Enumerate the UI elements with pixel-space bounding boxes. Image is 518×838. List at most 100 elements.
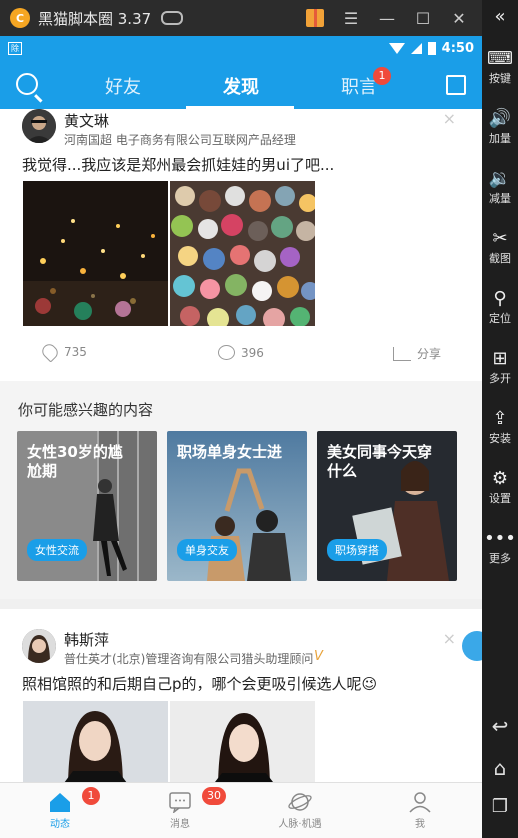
wifi-icon — [388, 43, 405, 54]
like-button[interactable]: 735 — [39, 341, 87, 363]
sidebar-item-multi-open[interactable]: ⊞ 多开 — [482, 348, 518, 386]
home-icon — [50, 793, 70, 812]
sidebar-item-location[interactable]: ⚲ 定位 — [482, 288, 518, 326]
sidebar-item-more[interactable]: ••• 更多 — [482, 528, 518, 566]
sidebar-label: 按键 — [489, 72, 511, 85]
author-title: 普仕英才(北京)管理咨询有限公司猎头助理顾问 — [64, 652, 314, 666]
interest-card-tag[interactable]: 女性交流 — [27, 539, 87, 561]
interest-card[interactable]: 职场单身女士进 单身交友 — [167, 431, 307, 581]
sidebar-item-volume-down[interactable]: 🔉 减量 — [482, 168, 518, 206]
sidebar-item-screenshot[interactable]: ✂ 截图 — [482, 228, 518, 266]
share-icon — [393, 346, 411, 361]
compose-icon[interactable] — [446, 75, 466, 95]
apk-install-icon: ⇪ — [492, 408, 508, 429]
tab-discover[interactable]: 发现 — [201, 73, 281, 99]
emulator-sidebar: « ⌨ 按键 🔊 加量 🔉 减量 ✂ 截图 ⚲ 定位 ⊞ 多开 ⇪ 安装 ⚙ 设置 ••• 更多 … — [482, 0, 518, 838]
multi-open-icon: ⊞ — [492, 348, 508, 369]
sidebar-item-settings[interactable]: ⚙ 设置 — [482, 468, 518, 506]
menu-icon[interactable]: ☰ — [342, 9, 360, 28]
sidebar-item-install[interactable]: ⇪ 安装 — [482, 408, 518, 446]
share-label: 分享 — [417, 347, 442, 361]
clock: 4:50 — [441, 41, 474, 56]
gamepad-icon[interactable] — [161, 11, 184, 25]
dismiss-post-icon[interactable]: × — [443, 629, 456, 648]
person-icon — [409, 792, 431, 813]
tab-messages[interactable]: 消息 30 — [120, 783, 240, 838]
top-nav: 好友 发现 职言 1 — [0, 61, 482, 109]
share-button[interactable]: 分享 — [393, 345, 441, 362]
zhiyan-badge: 1 — [373, 67, 391, 85]
interest-card-title: 女性30岁的尴尬期 — [27, 443, 123, 480]
post-image[interactable] — [170, 701, 315, 782]
sidebar-label: 多开 — [489, 372, 511, 385]
author-name[interactable]: 韩斯萍 — [64, 629, 109, 650]
avatar[interactable] — [22, 629, 56, 663]
search-icon[interactable] — [16, 73, 38, 95]
divider — [0, 599, 482, 609]
message-icon — [169, 792, 191, 813]
tab-label: 动态 — [50, 819, 70, 830]
recents-key-icon[interactable]: ❐ — [482, 796, 518, 817]
floating-mascot-icon[interactable] — [462, 631, 482, 661]
sidebar-label: 设置 — [489, 492, 511, 505]
author-title: 河南国超 电子商务有限公司互联网产品经理 — [64, 133, 296, 147]
post-image[interactable] — [170, 181, 315, 326]
comment-icon — [218, 345, 235, 360]
post-actions: 735 396 分享 — [0, 335, 482, 375]
interest-card[interactable]: 美女同事今天穿什么 职场穿搭 — [317, 431, 457, 581]
home-key-icon[interactable]: ⌂ — [482, 756, 518, 780]
bottom-tab-bar: 动态 1 消息 30 人脉·机遇 我 — [0, 782, 482, 838]
verified-badge: V — [314, 649, 323, 664]
minimize-button[interactable]: — — [378, 9, 396, 28]
tab-badge: 30 — [202, 787, 226, 805]
tab-label: 消息 — [170, 819, 190, 830]
comment-button[interactable]: 396 — [218, 345, 264, 360]
tab-me[interactable]: 我 — [360, 783, 480, 838]
planet-icon — [288, 793, 312, 811]
sidebar-label: 减量 — [489, 192, 511, 205]
battery-icon — [427, 42, 436, 55]
sidebar-label: 安装 — [489, 432, 511, 445]
post-image[interactable] — [23, 701, 168, 782]
sidebar-item-volume-up[interactable]: 🔊 加量 — [482, 108, 518, 146]
gift-icon[interactable] — [306, 9, 324, 27]
post-card[interactable]: 黄文琳 河南国超 电子商务有限公司互联网产品经理 × 我觉得...我应该是郑州最… — [0, 109, 482, 381]
interest-section: 你可能感兴趣的内容 女性30岁的尴尬期 女性交流 职场单身女士进 单身交友 美女… — [0, 381, 482, 599]
sidebar-item-keyboard[interactable]: ⌨ 按键 — [482, 48, 518, 86]
comment-count: 396 — [241, 345, 264, 360]
sidebar-label: 更多 — [489, 552, 511, 565]
tab-network[interactable]: 人脉·机遇 — [240, 783, 360, 838]
keyboard-icon: ⌨ — [487, 48, 513, 69]
emulator-title: 黑猫脚本圈 3.37 — [38, 9, 152, 28]
avatar[interactable] — [22, 109, 56, 143]
post-text: 照相馆照的和后期自己p的，哪个会更吸引候选人呢😉 — [22, 675, 378, 693]
volume-down-icon: 🔉 — [488, 168, 512, 189]
emulator-title-bar: C 黑猫脚本圈 3.37 ☰ — ☐ ✕ — [0, 0, 482, 36]
maximize-button[interactable]: ☐ — [414, 9, 432, 28]
location-pin-icon: ⚲ — [493, 288, 507, 309]
interest-card[interactable]: 女性30岁的尴尬期 女性交流 — [17, 431, 157, 581]
interest-card-tag[interactable]: 职场穿搭 — [327, 539, 387, 561]
post-image[interactable] — [23, 181, 168, 326]
sidebar-label: 加量 — [489, 132, 511, 145]
gear-icon: ⚙ — [491, 468, 509, 489]
phone-screen: 除 4:50 好友 发现 职言 1 黄文琳 河南国超 电子商务有限公司互联网产品… — [0, 36, 482, 838]
sidebar-label: 截图 — [489, 252, 511, 265]
tab-label: 人脉·机遇 — [278, 819, 322, 830]
collapse-sidebar-icon[interactable]: « — [482, 6, 518, 28]
sidebar-label: 定位 — [489, 312, 511, 325]
dismiss-post-icon[interactable]: × — [443, 109, 456, 128]
interest-card-tag[interactable]: 单身交友 — [177, 539, 237, 561]
tab-feed[interactable]: 动态 1 — [0, 783, 120, 838]
volume-up-icon: 🔊 — [488, 108, 512, 129]
feed[interactable]: 黄文琳 河南国超 电子商务有限公司互联网产品经理 × 我觉得...我应该是郑州最… — [0, 109, 482, 782]
close-window-button[interactable]: ✕ — [450, 9, 468, 28]
interest-card-title: 职场单身女士进 — [177, 443, 283, 461]
interest-card-title: 美女同事今天穿什么 — [327, 443, 433, 480]
author-name[interactable]: 黄文琳 — [64, 110, 109, 131]
post-card[interactable]: 韩斯萍 普仕英才(北京)管理咨询有限公司猎头助理顾问 V × 照相馆照的和后期自… — [0, 609, 482, 782]
tab-friends[interactable]: 好友 — [83, 73, 163, 99]
post-text: 我觉得...我应该是郑州最会抓娃娃的男ui了吧... — [22, 156, 335, 174]
more-dots-icon: ••• — [484, 528, 516, 549]
back-key-icon[interactable]: ↩ — [482, 714, 518, 738]
